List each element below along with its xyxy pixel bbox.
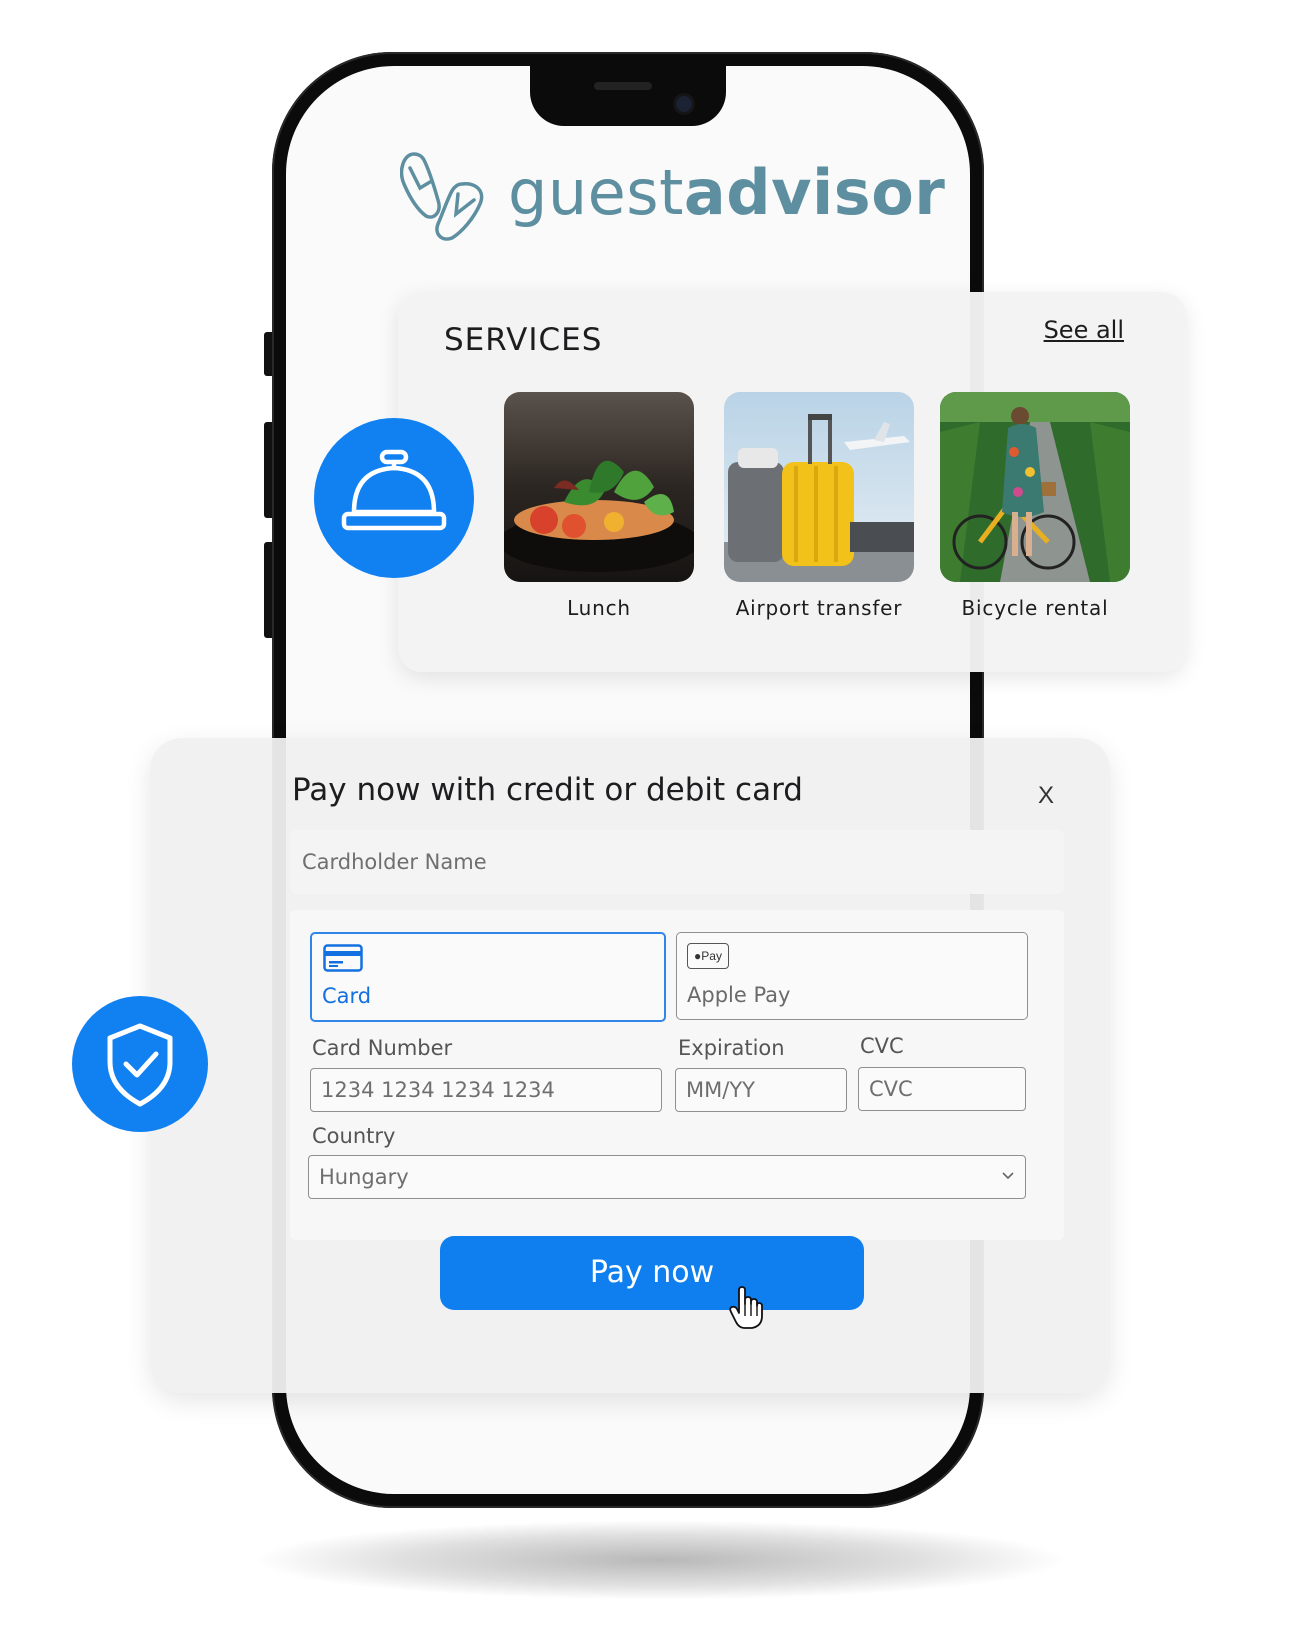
cardholder-name-placeholder: Cardholder Name	[302, 850, 487, 874]
phone-volume-down	[264, 542, 272, 638]
hand-cursor-icon	[729, 1286, 763, 1329]
country-value: Hungary	[319, 1165, 409, 1189]
service-tile-bicycle-rental[interactable]: Bicycle rental	[940, 392, 1130, 620]
card-details-panel: Card ●Pay Apple Pay Card Number 1234 123…	[290, 910, 1064, 1240]
payment-method-apple-pay[interactable]: ●Pay Apple Pay	[676, 932, 1028, 1020]
service-label-airport-transfer: Airport transfer	[735, 596, 903, 620]
service-bell-badge	[314, 418, 474, 578]
payment-card: Pay now with credit or debit card X Card…	[150, 738, 1110, 1393]
shield-check-icon	[107, 1023, 173, 1107]
apple-pay-badge: Pay	[701, 949, 722, 963]
card-number-input[interactable]: 1234 1234 1234 1234	[310, 1068, 662, 1112]
service-label-lunch: Lunch	[567, 596, 631, 620]
phone-shadow	[250, 1520, 1070, 1600]
brand-name-light: guest	[508, 156, 684, 229]
cvc-placeholder: CVC	[869, 1077, 913, 1101]
card-number-placeholder: 1234 1234 1234 1234	[321, 1078, 555, 1102]
services-card: SERVICES See all Lunch Airport transfer …	[398, 292, 1186, 672]
cvc-input[interactable]: CVC	[858, 1067, 1026, 1111]
cardholder-name-field[interactable]: Cardholder Name	[290, 830, 1064, 894]
phone-speaker	[594, 82, 652, 90]
phone-silent-switch	[264, 332, 272, 376]
flip-flops-icon	[400, 152, 484, 241]
service-label-bicycle-rental: Bicycle rental	[961, 596, 1109, 620]
service-bell-icon	[341, 449, 447, 531]
see-all-link[interactable]: See all	[1044, 316, 1124, 344]
apple-pay-icon: ●Pay	[687, 943, 729, 969]
credit-card-icon	[323, 944, 363, 972]
cvc-label: CVC	[860, 1034, 904, 1058]
pay-now-button[interactable]: Pay now	[440, 1236, 864, 1310]
payment-method-card-label: Card	[322, 984, 372, 1008]
service-tile-lunch[interactable]: Lunch	[504, 392, 694, 620]
brand-name-bold: advisor	[683, 156, 946, 229]
payment-title: Pay now with credit or debit card	[292, 772, 803, 808]
phone-notch	[530, 66, 726, 126]
lunch-photo	[504, 392, 694, 582]
phone-volume-up	[264, 422, 272, 518]
bicycle-rental-photo	[940, 392, 1130, 582]
payment-method-card[interactable]: Card	[310, 932, 666, 1022]
expiration-label: Expiration	[678, 1036, 785, 1060]
country-select[interactable]: Hungary	[308, 1155, 1026, 1199]
payment-method-apple-pay-label: Apple Pay	[687, 983, 791, 1007]
chevron-down-icon	[1002, 1172, 1014, 1180]
expiration-input[interactable]: MM/YY	[675, 1068, 847, 1112]
phone-camera	[676, 96, 692, 112]
brand-name: guestadvisor	[508, 156, 945, 229]
airport-transfer-photo	[724, 392, 914, 582]
expiration-placeholder: MM/YY	[686, 1078, 755, 1102]
service-tile-airport-transfer[interactable]: Airport transfer	[724, 392, 914, 620]
security-badge	[72, 996, 208, 1132]
country-label: Country	[312, 1124, 396, 1148]
card-number-label: Card Number	[312, 1036, 453, 1060]
guestadvisor-logo: guestadvisor	[400, 148, 945, 248]
services-title: SERVICES	[444, 322, 603, 358]
close-button[interactable]: X	[1038, 782, 1054, 810]
